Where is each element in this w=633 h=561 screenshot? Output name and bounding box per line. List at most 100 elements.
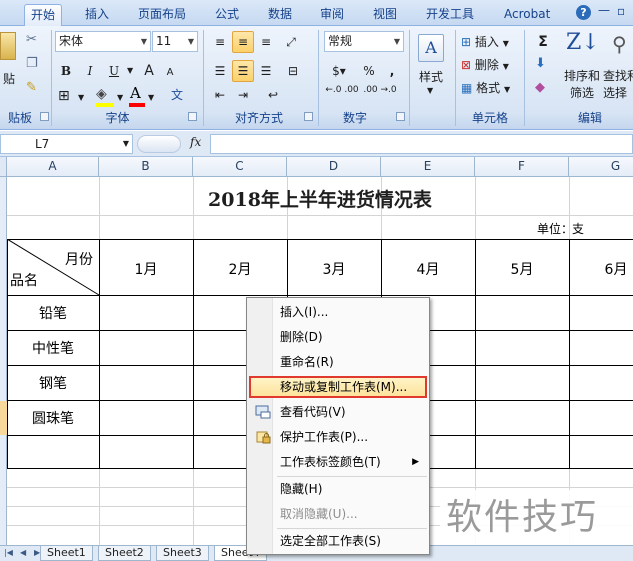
- month-header-4[interactable]: 4月: [381, 259, 475, 279]
- row-header-selected[interactable]: [0, 401, 7, 435]
- shrink-font-button[interactable]: A: [160, 62, 180, 84]
- align-right-button[interactable]: ☰: [255, 60, 277, 82]
- font-color-icon[interactable]: A: [130, 84, 141, 102]
- column-header-a[interactable]: A: [7, 157, 99, 176]
- column-header-f[interactable]: F: [475, 157, 569, 176]
- unit-value[interactable]: 支: [572, 220, 602, 237]
- italic-button[interactable]: I: [79, 60, 101, 82]
- fill-icon[interactable]: ⬇: [535, 56, 546, 71]
- menu-item-view-code[interactable]: 查看代码(V): [249, 401, 427, 423]
- column-header-c[interactable]: C: [193, 157, 287, 176]
- styles-icon[interactable]: A: [418, 34, 444, 62]
- chevron-down-icon[interactable]: ▼: [127, 66, 133, 75]
- chevron-down-icon[interactable]: ▼: [117, 93, 123, 102]
- comma-button[interactable]: ,: [382, 60, 402, 82]
- sheet-title[interactable]: 2018年上半年进货情况表: [7, 185, 633, 212]
- font-size-select[interactable]: 11 ▼: [152, 31, 198, 52]
- unit-label[interactable]: 单位：: [507, 220, 573, 237]
- merge-center-button[interactable]: ⊟: [280, 60, 306, 82]
- tab-formulas[interactable]: 公式: [215, 4, 239, 26]
- name-box[interactable]: L7 ▼: [0, 134, 133, 154]
- find-select-button[interactable]: 查找和 选择: [603, 68, 633, 102]
- binoculars-icon[interactable]: ⚲: [612, 32, 627, 56]
- column-header-e[interactable]: E: [381, 157, 475, 176]
- increase-decimal-button[interactable]: ←.0 .00: [324, 84, 360, 97]
- menu-item-protect[interactable]: 保护工作表(P)...: [249, 426, 427, 448]
- insert-cells-button[interactable]: ⊞ 插入 ▼: [460, 31, 518, 55]
- minimize-icon[interactable]: —: [598, 3, 610, 17]
- cut-icon[interactable]: ✂: [26, 32, 37, 47]
- phonetic-button[interactable]: 文: [163, 84, 191, 106]
- format-painter-icon[interactable]: ✎: [26, 80, 37, 95]
- month-header-2[interactable]: 2月: [193, 259, 287, 279]
- menu-item-insert[interactable]: 插入(I)...: [249, 301, 427, 323]
- number-format-select[interactable]: 常规 ▼: [324, 31, 404, 52]
- row-header[interactable]: [0, 177, 7, 547]
- column-header-b[interactable]: B: [99, 157, 193, 176]
- item-row-4[interactable]: 圆珠笔: [7, 408, 99, 428]
- sheet-tab-3[interactable]: Sheet3: [156, 546, 209, 561]
- underline-button[interactable]: U: [103, 60, 125, 82]
- formula-bar-splitter[interactable]: [137, 135, 181, 153]
- styles-button[interactable]: 样式: [413, 66, 449, 88]
- delete-cells-button[interactable]: ⊠ 删除 ▼: [460, 54, 518, 78]
- formula-input[interactable]: [210, 134, 633, 154]
- prev-sheet-icon[interactable]: ◀: [20, 548, 26, 557]
- grow-font-button[interactable]: A: [138, 60, 160, 82]
- paste-icon[interactable]: [0, 32, 16, 60]
- sort-filter-button[interactable]: 排序和 筛选: [562, 68, 602, 102]
- month-header-3[interactable]: 3月: [287, 259, 381, 279]
- sheet-tab-1[interactable]: Sheet1: [40, 546, 93, 561]
- menu-item-move-copy[interactable]: 移动或复制工作表(M)...: [249, 376, 427, 398]
- clipboard-launcher-icon[interactable]: [40, 112, 49, 121]
- fill-color-icon[interactable]: ◈: [96, 86, 107, 102]
- align-middle-button[interactable]: ≡: [232, 31, 254, 53]
- tab-review[interactable]: 审阅: [320, 4, 344, 26]
- item-row-1[interactable]: 铅笔: [7, 303, 99, 323]
- tab-acrobat[interactable]: Acrobat: [504, 4, 550, 26]
- chevron-down-icon[interactable]: ▼: [78, 93, 84, 102]
- align-top-button[interactable]: ≡: [209, 31, 231, 53]
- decrease-decimal-button[interactable]: .00 →.0: [362, 84, 398, 97]
- align-center-button[interactable]: ☰: [232, 60, 254, 82]
- border-icon[interactable]: ⊞: [58, 88, 70, 104]
- chevron-down-icon[interactable]: ▼: [427, 86, 433, 95]
- font-launcher-icon[interactable]: [188, 112, 197, 121]
- clear-icon[interactable]: ◆: [535, 80, 545, 95]
- bold-button[interactable]: B: [55, 60, 77, 82]
- align-left-button[interactable]: ☰: [209, 60, 231, 82]
- tab-view[interactable]: 视图: [373, 4, 397, 26]
- tab-home[interactable]: 开始: [24, 4, 63, 26]
- column-header-g[interactable]: G: [569, 157, 633, 176]
- item-row-3[interactable]: 钢笔: [7, 373, 99, 393]
- month-header-1[interactable]: 1月: [99, 259, 193, 279]
- increase-indent-button[interactable]: ⇥: [232, 84, 254, 106]
- autosum-button[interactable]: Σ: [530, 31, 556, 53]
- restore-icon[interactable]: ▫: [617, 4, 625, 18]
- month-header-6[interactable]: 6月: [569, 259, 633, 279]
- sheet-tab-2[interactable]: Sheet2: [98, 546, 151, 561]
- menu-item-delete[interactable]: 删除(D): [249, 326, 427, 348]
- column-header-d[interactable]: D: [287, 157, 381, 176]
- menu-item-hide[interactable]: 隐藏(H): [249, 478, 427, 500]
- item-row-2[interactable]: 中性笔: [7, 338, 99, 358]
- tab-page-layout[interactable]: 页面布局: [138, 4, 186, 26]
- align-bottom-button[interactable]: ≡: [255, 31, 277, 53]
- sort-filter-icon[interactable]: Z↓: [566, 30, 600, 55]
- menu-item-tab-color[interactable]: 工作表标签颜色(T) ▶: [249, 451, 427, 473]
- format-cells-button[interactable]: ▦ 格式 ▼: [460, 77, 518, 101]
- select-all-corner[interactable]: [0, 157, 7, 176]
- font-name-select[interactable]: 宋体 ▼: [55, 31, 151, 52]
- tab-developer[interactable]: 开发工具: [426, 4, 474, 26]
- currency-button[interactable]: $▾: [324, 60, 354, 82]
- first-sheet-icon[interactable]: |◀: [4, 548, 13, 557]
- chevron-down-icon[interactable]: ▼: [123, 135, 129, 153]
- tab-insert[interactable]: 插入: [85, 4, 109, 26]
- paste-button[interactable]: 贴: [0, 68, 18, 90]
- wrap-text-button[interactable]: ↩: [258, 84, 288, 106]
- percent-button[interactable]: %: [358, 60, 380, 82]
- orientation-button[interactable]: ⤢: [280, 31, 302, 53]
- month-header-5[interactable]: 5月: [475, 259, 569, 279]
- alignment-launcher-icon[interactable]: [304, 112, 313, 121]
- menu-item-rename[interactable]: 重命名(R): [249, 351, 427, 373]
